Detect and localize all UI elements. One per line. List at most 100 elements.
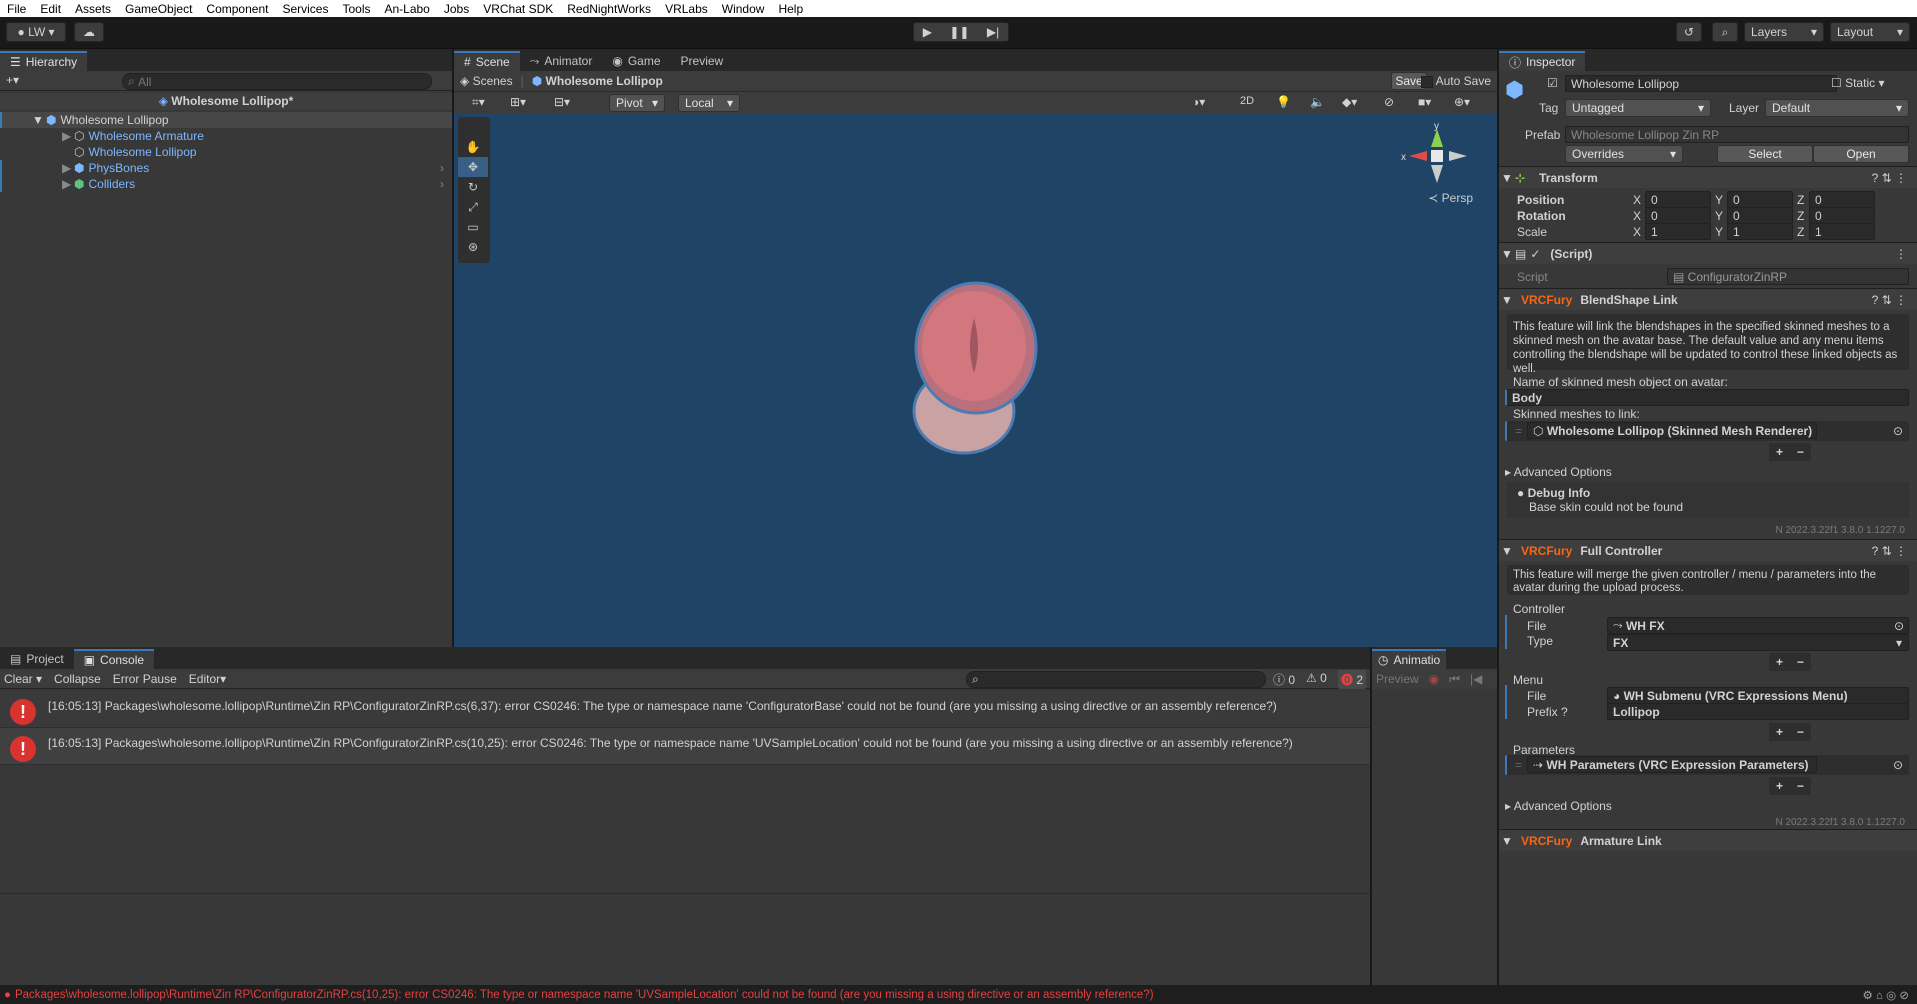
parameters-file-field[interactable]: ⇢ WH Parameters (VRC Expression Paramete… (1527, 756, 1817, 773)
cloud-icon[interactable]: ☁ (74, 22, 104, 42)
menu-item-jobs[interactable]: Jobs (437, 2, 476, 16)
error-pause-button[interactable]: Error Pause (113, 672, 177, 686)
warning-count[interactable]: ⚠ 0 (1306, 671, 1327, 685)
type-dropdown[interactable]: FX ▾ (1607, 634, 1909, 651)
list-item[interactable]: ⬡ Wholesome Lollipop (0, 144, 452, 160)
component-menu-icon[interactable]: ? ⇅ ⋮ (1872, 171, 1907, 185)
local-dropdown[interactable]: Local ▾ (678, 94, 740, 112)
blendshape-link-header[interactable]: ▼ VRCFury BlendShape Link ? ⇅ ⋮ (1499, 288, 1917, 310)
editor-dropdown[interactable]: Editor▾ (189, 672, 226, 686)
pivot-dropdown[interactable]: Pivot ▾ (609, 94, 665, 112)
tag-dropdown[interactable]: Untagged ▾ (1565, 99, 1711, 117)
transform-pos-y-field[interactable]: 0 (1727, 191, 1793, 208)
lighting-icon[interactable]: 💡 (1276, 95, 1291, 109)
record-icon[interactable]: ◉ (1429, 672, 1439, 686)
drag-handle-icon[interactable]: = (1515, 758, 1522, 772)
tab-console[interactable]: ▣ Console (73, 649, 155, 669)
active-checkbox[interactable]: ☑ (1547, 76, 1558, 90)
menu-item-window[interactable]: Window (715, 2, 772, 16)
menu-item-tools[interactable]: Tools (335, 2, 377, 16)
object-picker-icon[interactable]: ⊙ (1894, 619, 1904, 633)
transform-tools-icon[interactable]: ⌗▾ (472, 95, 485, 110)
hierarchy-search-input[interactable]: ⌕ All (122, 73, 432, 90)
menu-item-gameobject[interactable]: GameObject (118, 2, 199, 16)
console-entry[interactable]: ! [16:05:13] Packages\wholesome.lollipop… (0, 691, 1370, 728)
autosave-toggle[interactable]: Auto Save (1420, 74, 1491, 88)
menu-item-assets[interactable]: Assets (68, 2, 118, 16)
pause-icon[interactable]: ❚❚ (949, 25, 969, 39)
scale-icon[interactable]: ⤢ (458, 197, 488, 217)
layout-dropdown[interactable]: Layout ▾ (1830, 22, 1910, 42)
list-item[interactable]: ▶ ⬡ Wholesome Armature (0, 128, 452, 144)
gizmos-icon[interactable]: ⊕▾ (1454, 95, 1470, 109)
tab-preview[interactable]: Preview (671, 51, 734, 71)
audio-icon[interactable]: 🔈 (1310, 95, 1325, 109)
help-icon[interactable]: ? (1561, 705, 1568, 719)
menu-item-help[interactable]: Help (771, 2, 810, 16)
menu-item-file[interactable]: File (0, 2, 33, 16)
tab-game[interactable]: ◉ Game (602, 51, 670, 71)
object-picker-icon[interactable]: ⊙ (1893, 758, 1903, 772)
full-controller-header[interactable]: ▼ VRCFury Full Controller ? ⇅ ⋮ (1499, 539, 1917, 561)
list-item[interactable]: ▼ ⬢ Wholesome Lollipop (0, 112, 452, 128)
menu-item-edit[interactable]: Edit (33, 2, 68, 16)
transform-rot-x-field[interactable]: 0 (1645, 207, 1711, 224)
orientation-gizmo[interactable]: x y (1397, 121, 1477, 191)
play-icon[interactable]: ▶ (923, 25, 932, 39)
expand-arrow-icon[interactable]: ▼ (32, 113, 46, 127)
first-frame-icon[interactable]: ⏮ (1449, 672, 1460, 687)
list-item[interactable]: ▶ ⬢ PhysBones › (0, 160, 452, 176)
menu-file-field[interactable]: ◕ WH Submenu (VRC Expressions Menu) (1607, 687, 1909, 704)
script-header[interactable]: ▼ ▤ ✓ (Script) ⋮ (1499, 242, 1917, 264)
snap-increment-icon[interactable]: ⊟▾ (554, 95, 570, 109)
transform-pos-x-field[interactable]: 0 (1645, 191, 1711, 208)
move-icon[interactable]: ✥ (458, 157, 488, 177)
grid-snap-icon[interactable]: ⊞▾ (510, 95, 526, 109)
add-icon[interactable]: +▾ (6, 73, 19, 87)
transform-scl-x-field[interactable]: 1 (1645, 223, 1711, 240)
account-dropdown[interactable]: ● LW ▾ (6, 22, 66, 42)
list-item[interactable]: ▶ ⬢ Colliders › (0, 176, 452, 192)
armature-link-header[interactable]: ▼ VRCFury Armature Link (1499, 829, 1917, 851)
prev-frame-icon[interactable]: |◀ (1470, 672, 1482, 686)
prefix-input[interactable]: Lollipop (1607, 703, 1909, 720)
add-icon[interactable]: + (1776, 655, 1783, 669)
menu-item-services[interactable]: Services (275, 2, 335, 16)
tab-animator[interactable]: ⤳ Animator (520, 51, 603, 71)
tab-scene[interactable]: # Scene (454, 51, 520, 71)
menu-item-an-labo[interactable]: An-Labo (377, 2, 436, 16)
transform-pos-z-field[interactable]: 0 (1809, 191, 1875, 208)
transform-rot-z-field[interactable]: 0 (1809, 207, 1875, 224)
layers-dropdown[interactable]: Layers ▾ (1744, 22, 1824, 42)
tab-hierarchy[interactable]: ☰ Hierarchy (0, 51, 88, 71)
transform-scl-y-field[interactable]: 1 (1727, 223, 1793, 240)
expand-arrow-icon[interactable]: ▶ (62, 129, 74, 143)
transform-header[interactable]: ▼ ⊹ Transform ? ⇅ ⋮ (1499, 166, 1917, 188)
rotate-icon[interactable]: ↻ (458, 177, 488, 197)
console-search-input[interactable]: ⌕ (966, 671, 1266, 688)
menu-item-vrlabs[interactable]: VRLabs (658, 2, 715, 16)
rect-icon[interactable]: ▭ (458, 217, 488, 237)
advanced-options-foldout[interactable]: ▸ Advanced Options (1505, 799, 1612, 813)
controller-file-field[interactable]: ⤳ WH FX ⊙ (1607, 617, 1909, 634)
perspective-toggle[interactable]: ≺ Persp (1428, 191, 1473, 205)
skinned-mesh-name-input[interactable]: Body (1505, 389, 1909, 406)
add-icon[interactable]: + (1776, 445, 1783, 459)
2d-toggle[interactable]: 2D (1240, 95, 1254, 107)
component-menu-icon[interactable]: ? ⇅ ⋮ (1872, 544, 1907, 558)
menu-item-rednightworks[interactable]: RedNightWorks (560, 2, 658, 16)
tab-inspector[interactable]: ⓘ Inspector (1499, 51, 1586, 71)
tab-animation[interactable]: ◷ Animatio (1372, 649, 1447, 669)
remove-icon[interactable]: − (1797, 725, 1804, 739)
preview-button[interactable]: Preview (1376, 672, 1419, 686)
script-field[interactable]: ▤ ConfiguratorZinRP (1667, 268, 1909, 285)
status-bar[interactable]: ● Packages\wholesome.lollipop\Runtime\Zi… (0, 985, 1917, 1004)
add-icon[interactable]: + (1776, 725, 1783, 739)
camera-icon[interactable]: ■▾ (1418, 95, 1431, 109)
remove-icon[interactable]: − (1797, 655, 1804, 669)
scene-viewport[interactable]: ✋ ✥ ↻ ⤢ ▭ ⊛ x y ≺ Persp (454, 113, 1497, 647)
expand-arrow-icon[interactable]: ▶ (62, 161, 74, 175)
visibility-icon[interactable]: ⊘ (1384, 95, 1394, 109)
effects-icon[interactable]: ◆▾ (1342, 95, 1357, 109)
history-icon[interactable]: ↺ (1676, 22, 1702, 42)
